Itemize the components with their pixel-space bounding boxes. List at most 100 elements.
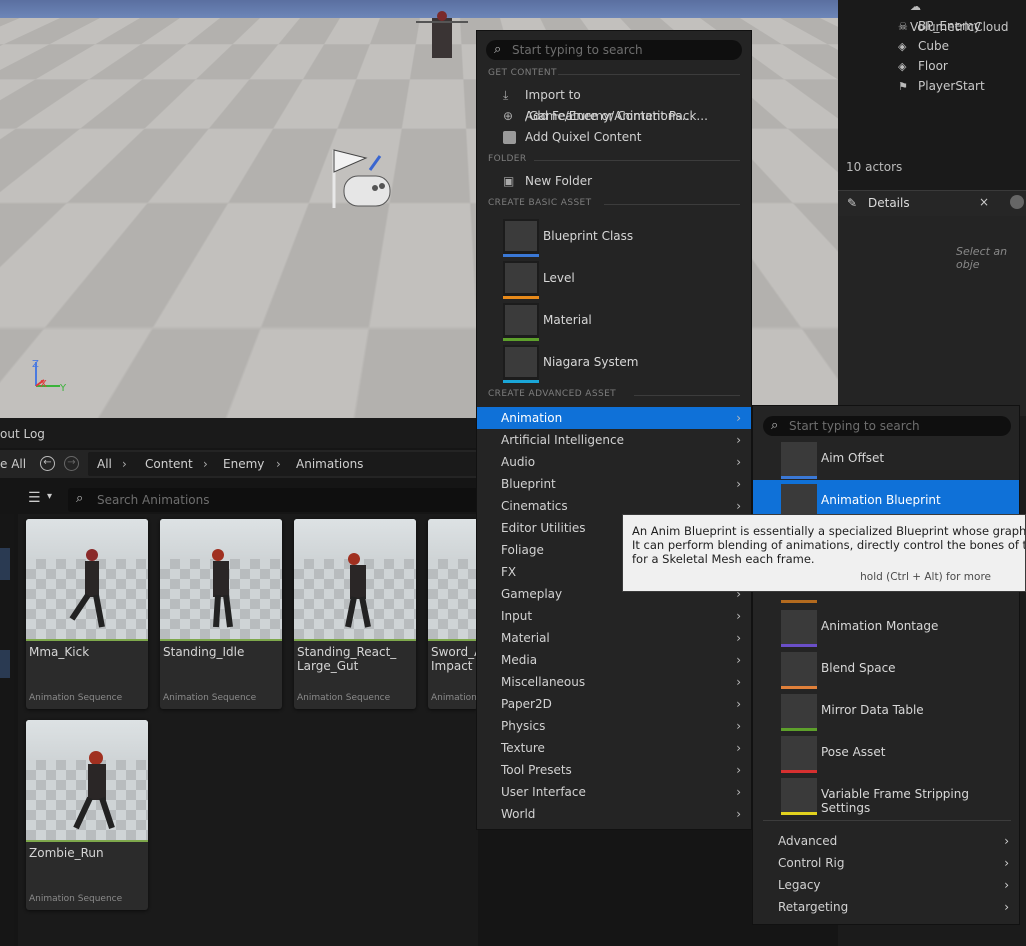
submenu-variable-frame-stripping[interactable]: Variable Frame Stripping Settings <box>753 774 1019 816</box>
globe-icon[interactable] <box>1010 195 1024 209</box>
anim-blueprint-tooltip: An Anim Blueprint is essentially a speci… <box>622 514 1026 592</box>
category-input[interactable]: Input › <box>477 605 751 627</box>
menu-blueprint-class[interactable]: Blueprint Class <box>543 229 633 243</box>
axis-gizmo-icon: Z X Y <box>32 359 67 394</box>
details-tab[interactable]: ✎ Details × <box>838 190 1026 216</box>
filter-icon[interactable]: ☰ <box>28 490 41 506</box>
menu-new-folder[interactable]: ▣ New Folder <box>477 171 751 192</box>
category-tool-presets[interactable]: Tool Presets › <box>477 759 751 781</box>
chevron-right-icon: › <box>736 803 741 825</box>
menu-add-quixel[interactable]: Add Quixel Content <box>477 127 751 148</box>
menu-add-feature-pack[interactable]: ⊕ Add Feature or Content Pack... <box>477 106 751 127</box>
menu-level[interactable]: Level <box>543 271 575 285</box>
outliner-item-cube[interactable]: ◈ Cube <box>898 36 949 56</box>
submenu-aim-offset[interactable]: Aim Offset <box>753 438 1019 480</box>
breadcrumb-content[interactable]: Content <box>145 457 193 471</box>
mirror-data-table-icon <box>781 694 817 728</box>
submenu-retargeting[interactable]: Retargeting › <box>753 896 1019 918</box>
back-icon[interactable]: ← <box>40 456 55 471</box>
menu-niagara-system[interactable]: Niagara System <box>543 355 638 369</box>
save-all-button[interactable]: e All <box>0 457 26 471</box>
category-audio[interactable]: Audio › <box>477 451 751 473</box>
asset-tile[interactable]: Mma_Kick Animation Sequence <box>26 519 148 709</box>
color-bar <box>503 254 539 257</box>
chevron-right-icon: › <box>736 429 741 451</box>
blend-space-icon <box>781 652 817 686</box>
asset-tile[interactable]: Zombie_Run Animation Sequence <box>26 720 148 910</box>
category-texture[interactable]: Texture › <box>477 737 751 759</box>
category-world[interactable]: World › <box>477 803 751 825</box>
svg-text:Y: Y <box>59 383 67 394</box>
content-search-row: ☰ ▾ ⌕ Search Animations <box>0 486 480 514</box>
asset-name: Standing_Idle <box>163 645 279 659</box>
chevron-down-icon[interactable]: ▾ <box>47 491 52 502</box>
search-input[interactable]: ⌕ Search Animations <box>68 488 480 512</box>
asset-tile[interactable]: Standing_Idle Animation Sequence <box>160 519 282 709</box>
outliner-item-floor[interactable]: ◈ Floor <box>898 56 948 76</box>
add-asset-menu: ⌕ Start typing to search GET CONTENT ⤓ Im… <box>476 30 752 830</box>
details-panel: Select an obje <box>838 216 1026 416</box>
menu-search-input[interactable]: ⌕ Start typing to search <box>486 40 742 60</box>
menu-import[interactable]: ⤓ Import to /Game/Enemy/Animations... <box>477 85 751 106</box>
pose-asset-icon <box>781 736 817 770</box>
chevron-right-icon: › <box>1004 830 1009 852</box>
chevron-right-icon: › <box>1004 896 1009 918</box>
asset-thumbnail <box>428 519 478 639</box>
outliner-item-volumetric-cloud[interactable]: ☁VolumetricCloud <box>910 0 1026 16</box>
asset-name: Zombie_Run <box>29 846 145 860</box>
skeleton-icon: ☠ <box>898 17 912 37</box>
category-artificial-intelligence[interactable]: Artificial Intelligence › <box>477 429 751 451</box>
category-media[interactable]: Media › <box>477 649 751 671</box>
category-blueprint[interactable]: Blueprint › <box>477 473 751 495</box>
submenu-mirror-data-table[interactable]: Mirror Data Table <box>753 690 1019 732</box>
asset-type: Animation <box>431 693 477 703</box>
category-paper2d[interactable]: Paper2D › <box>477 693 751 715</box>
submenu-advanced[interactable]: Advanced › <box>753 830 1019 852</box>
category-animation[interactable]: Animation › <box>477 407 751 429</box>
asset-tile[interactable]: Standing_React_ Large_Gut Animation Seque… <box>294 519 416 709</box>
menu-material[interactable]: Material <box>543 313 592 327</box>
submenu-control-rig[interactable]: Control Rig › <box>753 852 1019 874</box>
chevron-right-icon: › <box>1004 874 1009 896</box>
output-log-tab[interactable]: out Log <box>0 427 45 441</box>
aim-offset-icon <box>781 442 817 476</box>
submenu-animation-montage[interactable]: Animation Montage <box>753 606 1019 648</box>
chevron-right-icon: › <box>1004 852 1009 874</box>
asset-type: Animation Sequence <box>29 894 122 904</box>
asset-name: Mma_Kick <box>29 645 145 659</box>
submenu-pose-asset[interactable]: Pose Asset <box>753 732 1019 774</box>
chevron-right-icon: › <box>736 605 741 627</box>
character-thumbnail-icon <box>200 541 250 631</box>
tooltip-line: for a Skeletal Mesh each frame. <box>632 552 815 566</box>
outliner-item-player-start[interactable]: ⚑ PlayerStart <box>898 76 985 96</box>
search-placeholder: Search Animations <box>97 493 209 507</box>
character-thumbnail-icon <box>66 541 116 631</box>
category-material[interactable]: Material › <box>477 627 751 649</box>
player-start-icon[interactable] <box>334 150 390 208</box>
asset-name: Standing_React_ Large_Gut <box>297 645 413 673</box>
submenu-legacy[interactable]: Legacy › <box>753 874 1019 896</box>
svg-text:Z: Z <box>32 359 39 370</box>
submenu-search-input[interactable]: ⌕ Start typing to search <box>763 416 1011 436</box>
category-miscellaneous[interactable]: Miscellaneous › <box>477 671 751 693</box>
outliner-item-bp-enemy[interactable]: ☠ BP_Enemy <box>898 16 981 36</box>
close-icon[interactable]: × <box>979 195 989 209</box>
character-thumbnail-icon <box>334 541 384 631</box>
breadcrumb-all[interactable]: All <box>97 457 112 471</box>
breadcrumb-enemy[interactable]: Enemy <box>223 457 264 471</box>
variable-frame-stripping-icon <box>781 778 817 812</box>
forward-icon[interactable]: → <box>64 456 79 471</box>
breadcrumb-animations[interactable]: Animations <box>296 457 363 471</box>
asset-tile[interactable]: Sword_A Impact Animation <box>428 519 478 709</box>
asset-grid: Mma_Kick Animation Sequence Standing_Idl… <box>18 514 478 946</box>
details-tab-label: Details <box>868 196 910 210</box>
section-folder: FOLDER <box>488 154 527 164</box>
details-placeholder: Select an obje <box>956 245 1026 271</box>
submenu-blend-space[interactable]: Blend Space <box>753 648 1019 690</box>
category-physics[interactable]: Physics › <box>477 715 751 737</box>
category-user-interface[interactable]: User Interface › <box>477 781 751 803</box>
search-icon: ⌕ <box>494 40 501 60</box>
tooltip-line: An Anim Blueprint is essentially a speci… <box>632 524 1026 538</box>
divider <box>763 820 1011 821</box>
breadcrumb-separator-icon: › <box>203 457 208 471</box>
